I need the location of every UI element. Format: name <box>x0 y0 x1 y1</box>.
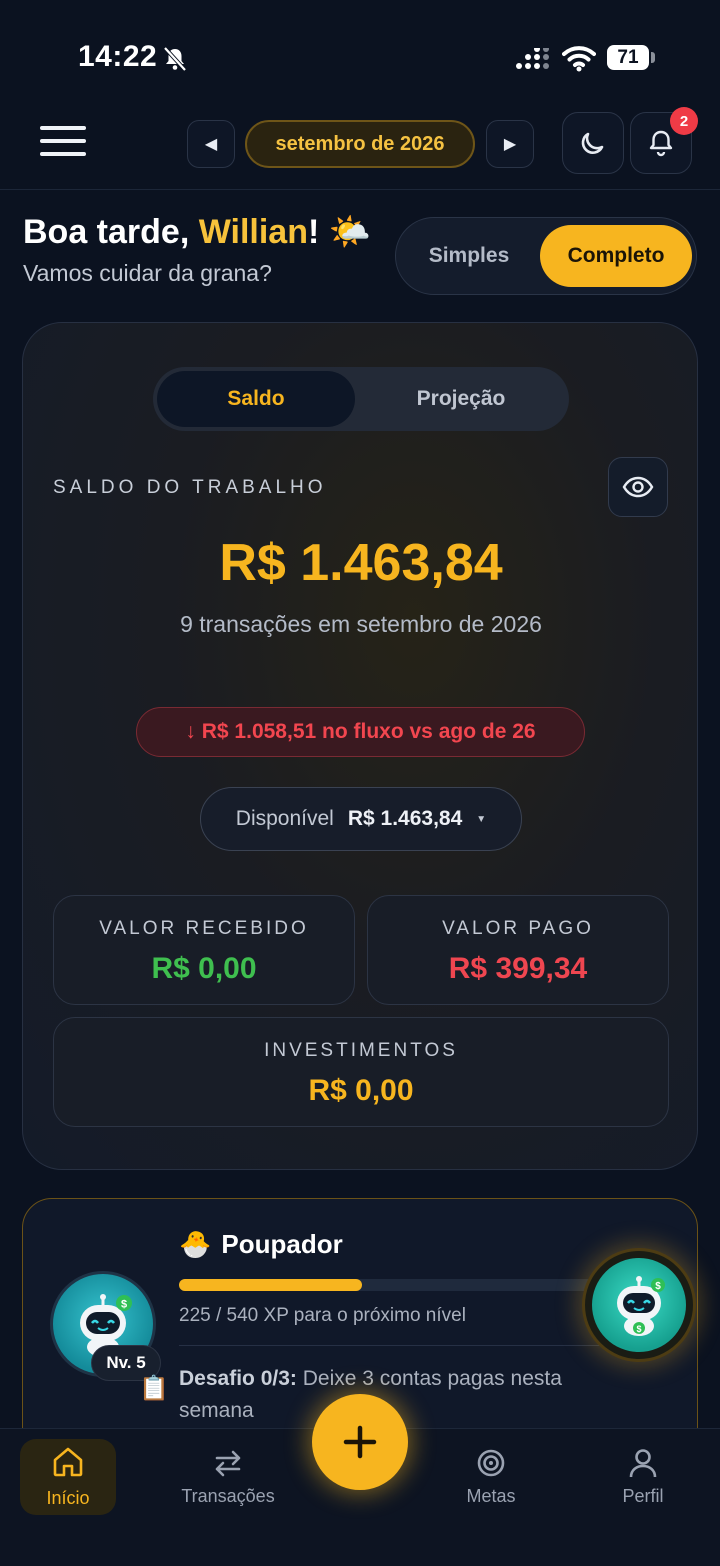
svg-text:$: $ <box>655 1281 661 1292</box>
home-icon <box>53 1447 83 1477</box>
nav-inicio[interactable]: Início <box>20 1439 116 1515</box>
month-selector[interactable]: setembro de 2026 <box>245 120 475 168</box>
chick-icon: 🐣 <box>179 1229 212 1259</box>
assistant-button[interactable]: $ $ <box>582 1248 696 1362</box>
balance-tabs: Saldo Projeção <box>153 367 569 431</box>
wifi-icon <box>562 46 596 72</box>
available-balance-selector[interactable]: Disponível R$ 1.463,84 ▼ <box>200 787 522 851</box>
greeting-subtitle: Vamos cuidar da grana? <box>23 260 272 286</box>
nav-inicio-label: Início <box>46 1488 90 1508</box>
sun-cloud-icon: 🌤️ <box>328 213 372 251</box>
greeting-title: Boa tarde, Willian! 🌤️ <box>23 213 372 251</box>
plus-icon <box>343 1425 377 1459</box>
nav-metas-label: Metas <box>466 1486 516 1506</box>
clipboard-icon: 📋 <box>139 1375 169 1402</box>
nav-transacoes[interactable]: Transações <box>173 1439 283 1515</box>
moon-icon <box>581 132 604 154</box>
battery-tip <box>651 52 655 63</box>
paid-title: VALOR PAGO <box>442 918 594 939</box>
chevron-left-icon: ◀ <box>204 136 218 153</box>
svg-text:$: $ <box>636 1324 641 1334</box>
previous-month-button[interactable]: ◀ <box>187 120 235 168</box>
user-name: Willian <box>198 213 308 251</box>
menu-button[interactable] <box>40 126 86 162</box>
theme-toggle-button[interactable] <box>562 112 624 174</box>
top-header: ◀ setembro de 2026 ▶ <box>0 110 720 190</box>
available-value: R$ 1.463,84 <box>347 807 463 830</box>
app-screen: 14:22 71 ◀ setembro de 2026 ▶ 2 Boa tard… <box>0 0 720 1566</box>
available-label: Disponível <box>235 807 334 830</box>
caret-down-icon: ▼ <box>476 813 487 825</box>
tab-projecao[interactable]: Projeção <box>361 371 561 427</box>
chevron-right-icon: ▶ <box>503 136 517 153</box>
received-value: R$ 0,00 <box>151 952 257 985</box>
level-title: 🐣 Poupador <box>179 1229 343 1260</box>
svg-text:$: $ <box>121 1299 127 1311</box>
divider <box>179 1345 619 1346</box>
mode-simple-button[interactable]: Simples <box>396 218 542 294</box>
mode-complete-button[interactable]: Completo <box>540 225 692 287</box>
paid-card: VALOR PAGO R$ 399,34 <box>367 895 669 1005</box>
status-bar: 14:22 71 <box>0 0 720 110</box>
nav-metas[interactable]: Metas <box>436 1439 546 1515</box>
nav-perfil-label: Perfil <box>622 1486 664 1506</box>
transactions-count: 9 transações em setembro de 2026 <box>180 611 542 637</box>
investments-card: INVESTIMENTOS R$ 0,00 <box>53 1017 669 1127</box>
bell-icon <box>649 130 673 157</box>
investments-title: INVESTIMENTOS <box>264 1040 458 1061</box>
bell-muted-icon <box>163 46 187 72</box>
balance-amount: R$ 1.463,84 <box>219 534 503 592</box>
challenge-title: Desafio 0/3: <box>179 1367 297 1390</box>
cellular-signal-icon <box>516 48 549 69</box>
nav-perfil[interactable]: Perfil <box>588 1439 698 1515</box>
flow-comparison-badge: ↓ R$ 1.058,51 no fluxo vs ago de 26 <box>136 707 585 757</box>
user-icon <box>629 1449 657 1478</box>
target-icon <box>477 1449 505 1477</box>
next-month-button[interactable]: ▶ <box>486 120 534 168</box>
swap-arrows-icon <box>215 1450 241 1477</box>
received-title: VALOR RECEBIDO <box>99 918 309 939</box>
notification-count-badge: 2 <box>670 107 698 135</box>
balance-card: Saldo Projeção SALDO DO TRABALHO R$ 1.46… <box>22 322 698 1170</box>
xp-progress-bar <box>179 1279 619 1291</box>
xp-progress-fill <box>179 1279 363 1291</box>
hamburger-menu-icon <box>40 126 86 130</box>
investments-value: R$ 0,00 <box>308 1074 414 1107</box>
view-mode-toggle: Simples Completo <box>395 217 697 295</box>
balance-label: SALDO DO TRABALHO <box>53 477 327 498</box>
paid-value: R$ 399,34 <box>448 952 588 985</box>
toggle-visibility-button[interactable] <box>608 457 668 517</box>
nav-transacoes-label: Transações <box>181 1486 275 1506</box>
received-card: VALOR RECEBIDO R$ 0,00 <box>53 895 355 1005</box>
level-name: Poupador <box>221 1229 343 1259</box>
eye-icon <box>622 476 654 498</box>
battery-indicator: 71 <box>607 45 649 70</box>
add-transaction-button[interactable] <box>312 1394 408 1490</box>
greeting: Boa tarde, Willian! 🌤️ Vamos cuidar da g… <box>23 212 371 287</box>
tab-saldo[interactable]: Saldo <box>157 371 355 427</box>
xp-text: 225 / 540 XP para o próximo nível <box>179 1305 466 1326</box>
robot-assistant-icon: $ $ <box>617 1276 665 1336</box>
status-time: 14:22 <box>78 40 158 73</box>
